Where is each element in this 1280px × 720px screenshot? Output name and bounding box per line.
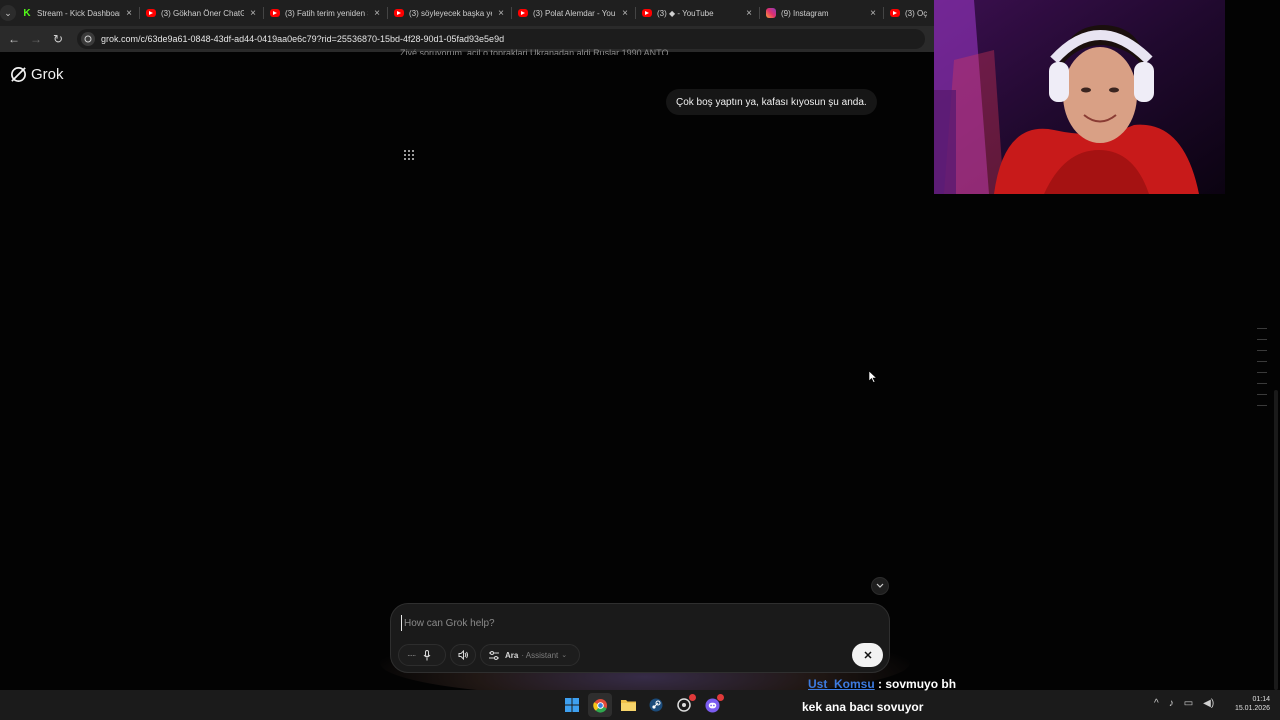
chat-username: Ust_Komsu xyxy=(808,677,875,691)
streamer-image xyxy=(934,0,1225,194)
grok-logo-icon xyxy=(11,67,26,82)
tab-title: Stream - Kick Dashboard xyxy=(37,8,120,18)
scroll-down-button[interactable] xyxy=(871,577,889,595)
arrow-right-icon: → xyxy=(30,32,42,46)
chevron-down-icon xyxy=(876,583,884,588)
tab-title: (3) Fatih terim yeniden S xyxy=(285,8,368,18)
tab-title: (3) Gökhan Öner ChatGPT xyxy=(161,8,244,18)
system-tray: ^ ♪ ▭ ◀) xyxy=(1154,698,1214,709)
notification-badge xyxy=(689,694,696,701)
loading-icon xyxy=(404,150,416,160)
url-text[interactable]: grok.com/c/63de9a61-0848-43df-ad44-0419a… xyxy=(101,34,504,44)
back-button[interactable]: ← xyxy=(3,28,25,50)
folder-icon xyxy=(620,700,636,711)
tab-title: (3) ◆ - YouTube xyxy=(657,8,714,18)
notification-badge xyxy=(717,694,724,701)
speaker-button[interactable] xyxy=(450,644,476,666)
chat-text: : sovmuyo bh xyxy=(874,677,957,691)
user-message: Çok boş yaptın ya, kafası kıyosun şu and… xyxy=(666,89,877,115)
browser-tab[interactable]: K Stream - Kick Dashboard × xyxy=(16,0,140,26)
close-tab-icon[interactable]: × xyxy=(124,8,134,19)
browser-tab[interactable]: (3) Gökhan Öner ChatGPT × xyxy=(140,0,264,26)
scroll-markers xyxy=(1257,328,1267,416)
youtube-icon xyxy=(518,9,528,17)
browser-tab[interactable]: (3) Fatih terim yeniden S × xyxy=(264,0,388,26)
taskbar: ^ ♪ ▭ ◀) xyxy=(0,690,1280,720)
youtube-icon xyxy=(642,9,652,17)
close-tab-icon[interactable]: × xyxy=(744,8,754,19)
mouse-cursor-icon xyxy=(869,371,877,383)
tab-title: (3) Polat Alemdar - You xyxy=(533,8,616,18)
taskbar-explorer[interactable] xyxy=(616,693,640,717)
instagram-icon xyxy=(766,8,776,18)
chevron-up-icon[interactable]: ^ xyxy=(1154,698,1159,709)
mode-label: Ara xyxy=(505,650,519,660)
start-button[interactable] xyxy=(560,693,584,717)
kick-icon: K xyxy=(23,7,31,19)
previous-response-text: Ziyé soruyorum, acil o topraklari Ukrana… xyxy=(400,48,669,55)
reload-icon: ↻ xyxy=(52,32,64,46)
tabs: K Stream - Kick Dashboard × (3) Gökhan Öner… xyxy=(16,0,1008,26)
taskbar-chrome[interactable] xyxy=(588,693,612,717)
taskbar-clock[interactable]: 01:14 15.01.2026 xyxy=(1228,695,1270,713)
screen: ⌄ K Stream - Kick Dashboard × (3) Gökhan Ön… xyxy=(0,0,1280,720)
logo-text: Grok xyxy=(31,66,64,83)
scrollbar[interactable] xyxy=(1274,390,1278,690)
stream-chat-message: Ust_Komsu : sovmuyo bh xyxy=(808,677,956,691)
voice-options[interactable]: ····· xyxy=(398,644,446,666)
grok-logo[interactable]: Grok xyxy=(10,66,64,83)
chevron-down-icon: ⌄ xyxy=(561,652,568,659)
waveform-icon: ····· xyxy=(407,650,416,660)
chrome-icon xyxy=(592,698,607,713)
webcam-overlay xyxy=(934,0,1225,194)
browser-tab[interactable]: (3) Polat Alemdar - You × xyxy=(512,0,636,26)
browser-tab[interactable]: (9) Instagram × xyxy=(760,0,884,26)
browser-tab[interactable]: (3) söyleyecek başka ye × xyxy=(388,0,512,26)
taskbar-steam[interactable] xyxy=(644,693,668,717)
chevron-down-icon: ⌄ xyxy=(0,5,16,21)
youtube-icon xyxy=(146,9,156,17)
display-icon[interactable]: ▭ xyxy=(1184,698,1193,709)
mode-sub-label: · Assistant xyxy=(521,650,559,660)
chat-input[interactable] xyxy=(401,615,871,631)
stream-caption: kek ana bacı sovuyor xyxy=(802,700,924,714)
sliders-icon xyxy=(489,650,499,660)
clock-time: 01:14 xyxy=(1252,696,1270,703)
youtube-icon xyxy=(890,9,900,17)
reload-button[interactable]: ↻ xyxy=(47,28,69,50)
tab-title: (9) Instagram xyxy=(781,8,829,18)
stop-button[interactable] xyxy=(852,643,883,667)
composer: ····· Ara · Assistant ⌄ xyxy=(390,603,890,673)
app-icon xyxy=(677,698,691,712)
close-tab-icon[interactable]: × xyxy=(248,8,258,19)
forward-button[interactable]: → xyxy=(25,28,47,50)
arrow-left-icon: ← xyxy=(8,32,20,46)
tab-strip: ⌄ K Stream - Kick Dashboard × (3) Gökhan Ön… xyxy=(0,0,1008,26)
tab-search-button[interactable]: ⌄ xyxy=(0,0,16,26)
taskbar-app-red[interactable] xyxy=(672,693,696,717)
close-tab-icon[interactable]: × xyxy=(372,8,382,19)
browser-tab[interactable]: (3) ◆ - YouTube × xyxy=(636,0,760,26)
close-icon xyxy=(863,651,872,659)
taskbar-discord[interactable] xyxy=(700,693,724,717)
close-tab-icon[interactable]: × xyxy=(496,8,506,19)
microphone-icon[interactable] xyxy=(423,649,431,661)
mode-selector[interactable]: Ara · Assistant ⌄ xyxy=(480,644,580,666)
speaker-icon xyxy=(458,650,468,660)
steam-icon xyxy=(649,698,663,712)
close-tab-icon[interactable]: × xyxy=(620,8,630,19)
tab-title: (3) söyleyecek başka ye xyxy=(409,8,492,18)
site-info-icon[interactable] xyxy=(81,32,95,46)
youtube-icon xyxy=(394,9,404,17)
windows-icon xyxy=(565,698,579,712)
close-tab-icon[interactable]: × xyxy=(868,8,878,19)
taskbar-apps xyxy=(560,693,724,717)
clock-date: 15.01.2026 xyxy=(1234,705,1270,712)
volume-icon[interactable]: ◀) xyxy=(1203,698,1214,709)
microphone-icon[interactable]: ♪ xyxy=(1169,698,1174,709)
youtube-icon xyxy=(270,9,280,17)
